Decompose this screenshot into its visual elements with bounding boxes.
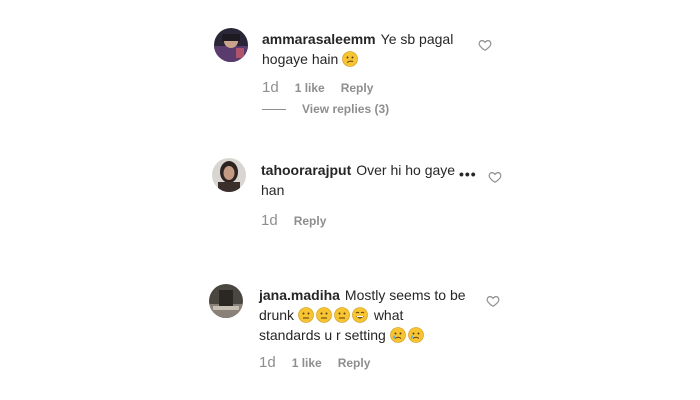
view-replies-button[interactable]: View replies (3) — [262, 102, 389, 116]
avatar[interactable] — [212, 158, 246, 192]
comment-body: Ye sb pagal — [380, 31, 454, 47]
comment-meta: 1d 1 like Reply — [259, 354, 370, 371]
reply-button[interactable]: Reply — [338, 356, 371, 370]
neutral-face-emoji — [316, 307, 332, 323]
timestamp[interactable]: 1d — [259, 354, 276, 371]
heart-icon[interactable] — [478, 38, 492, 52]
neutral-face-emoji — [298, 307, 314, 323]
comment-body: Over hi ho gaye — [356, 162, 456, 178]
username-link[interactable]: jana.madiha — [259, 287, 340, 303]
confused-face-emoji — [342, 51, 358, 67]
neutral-face-emoji — [334, 307, 350, 323]
likes-count[interactable]: 1 like — [292, 356, 322, 370]
comment-body: Mostly seems to be — [344, 287, 466, 303]
username-link[interactable]: tahoorarajput — [261, 162, 351, 178]
heart-icon[interactable] — [488, 170, 502, 184]
heart-icon[interactable] — [486, 294, 500, 308]
view-replies-label: View replies (3) — [302, 102, 390, 116]
username-link[interactable]: ammarasaleemm — [262, 31, 376, 47]
timestamp[interactable]: 1d — [262, 79, 279, 96]
sad-face-emoji — [407, 327, 424, 343]
comment-body-cont: what — [373, 307, 404, 323]
comment-text: tahoorarajput Over hi ho gaye han — [261, 160, 461, 200]
comment-body-cont: han — [261, 182, 285, 198]
comment-text: jana.madiha Mostly seems to be drunk what… — [259, 285, 479, 345]
reply-button[interactable]: Reply — [341, 81, 374, 95]
comment-body-cont: hogaye hain — [262, 51, 339, 67]
comment-text: ammarasaleemm Ye sb pagal hogaye hain — [262, 29, 462, 69]
grinning-face-emoji — [352, 307, 368, 323]
avatar[interactable] — [214, 28, 248, 62]
divider-line — [262, 108, 286, 110]
more-options-icon[interactable]: ••• — [459, 166, 477, 182]
comment-body-cont: standards u r setting — [259, 327, 386, 343]
sad-face-emoji — [389, 327, 406, 343]
comment-meta: 1d Reply — [261, 212, 326, 229]
timestamp[interactable]: 1d — [261, 212, 278, 229]
comment-body-cont: drunk — [259, 307, 295, 323]
reply-button[interactable]: Reply — [294, 214, 327, 228]
avatar[interactable] — [209, 284, 243, 318]
comment-meta: 1d 1 like Reply — [262, 79, 373, 96]
likes-count[interactable]: 1 like — [295, 81, 325, 95]
